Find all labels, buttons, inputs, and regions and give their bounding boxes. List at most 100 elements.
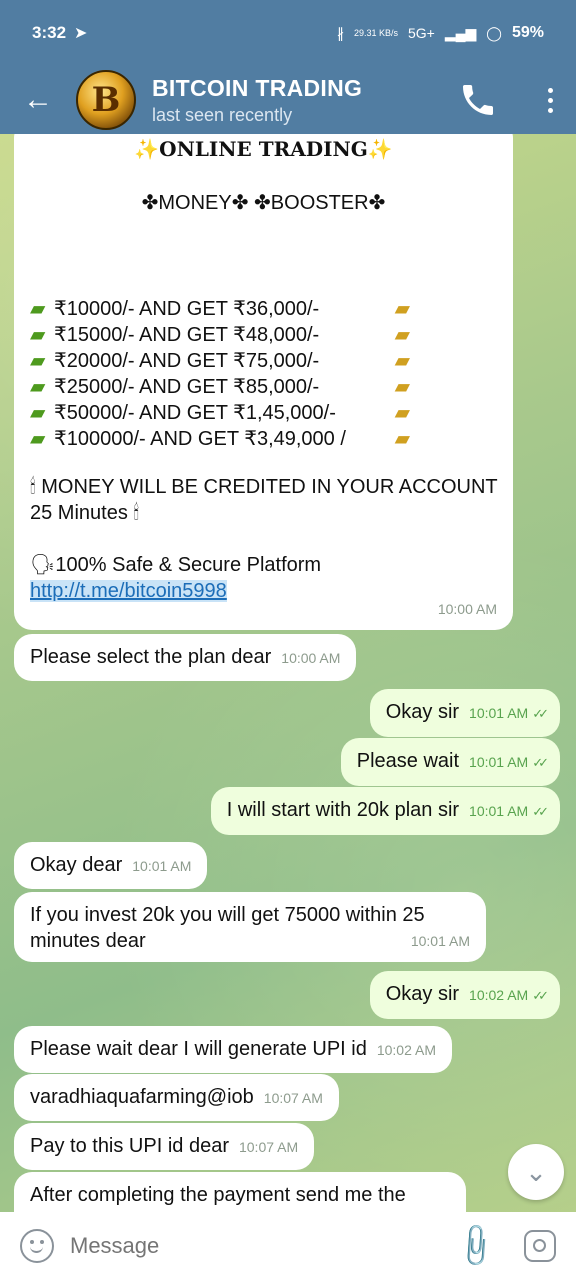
safe-note: 🗣100% Safe & Secure Platform http://t.me… [30,554,322,602]
message-input-bar: 📎 [0,1212,576,1280]
message-text: Please wait dear I will generate UPI id [30,1038,367,1060]
promo-booster: ✤MONEY✤ ✤BOOSTER✤ [141,192,386,214]
shield-icon: ▰ [394,324,410,346]
credit-note: 🕯 MONEY WILL BE CREDITED IN YOUR ACCOUNT… [30,476,498,524]
smile-icon [30,1246,43,1253]
status-icons: ∦ 29.31 KB/s 5G+ ▂▄▆ ◯ 59% [337,24,544,42]
double-check-icon: ✓✓ [532,755,549,770]
chat-title: BITCOIN TRADING [152,74,363,101]
message-in[interactable]: Okay dear 10:01 AM [14,842,208,889]
message-in[interactable]: Pay to this UPI id dear 10:07 AM [14,1123,315,1170]
network-type: 5G+ [407,25,435,41]
chat-area[interactable]: ✨ONLINE TRADING✨ ✤MONEY✤ ✤BOOSTER✤ ▰ ₹100… [0,134,576,1212]
message-time: 10:02 AM [376,1042,436,1058]
shield-icon: ▰ [394,402,410,424]
candle-icon: 🕯 [133,502,140,524]
bluetooth-icon: ∦ [336,24,344,41]
top-bar: 3:32 ➤ ∦ 29.31 KB/s 5G+ ▂▄▆ ◯ 59% ← B BI… [0,0,576,134]
shield-icon: ▰ [394,428,410,450]
message-text: Okay sir [385,701,460,723]
plan-row: ▰ ₹15000/- AND GET ₹48,000/- ▰ [30,324,410,346]
message-text: After completing the payment send me the [30,1184,406,1206]
message-text: I will start with 20k plan sir [226,799,460,821]
candle-icon: 🕯 [30,476,36,498]
message-time: 10:07 AM [263,1090,323,1106]
message-text: Okay dear [30,854,123,876]
back-button[interactable]: ← [0,66,76,134]
message-time: 10:01 AM [469,754,529,770]
scroll-down-button[interactable]: ⌄ [508,1144,564,1200]
battery-icon: ◯ [486,24,502,41]
message-text: varadhiaquafarming@iob [30,1086,254,1108]
telegram-send-icon: ➤ [74,25,88,42]
battery-level: 59% [511,24,544,41]
double-check-icon: ✓✓ [532,988,549,1003]
promo-title: ✨ONLINE TRADING✨ [134,137,393,161]
message-time: 10:01 AM [132,858,192,874]
chat-header: ← B BITCOIN TRADING last seen recently [0,66,576,134]
status-time: 3:32 [32,23,67,42]
paperclip-icon: 📎 [451,1221,501,1271]
shield-icon: ▰ [30,298,46,320]
message-in[interactable]: After completing the payment send me the [14,1172,466,1212]
speaking-head-icon: 🗣 [30,554,56,576]
plan-list: ▰ ₹10000/- AND GET ₹36,000/- ▰ ▰ ₹15000/- A… [30,296,410,452]
double-check-icon: ✓✓ [532,706,549,721]
shield-icon: ▰ [30,402,46,424]
signal-icon: ▂▄▆ [444,24,477,41]
message-time: 10:01 AM [469,803,529,819]
message-text: Please select the plan dear [30,646,272,668]
message-time: 10:07 AM [238,1139,299,1155]
plan-row: ▰ ₹100000/- AND GET ₹3,49,000 /▰ [30,428,410,450]
chat-title-area[interactable]: BITCOIN TRADING last seen recently [152,75,362,126]
plan-row: ▰ ₹25000/- AND GET ₹85,000/- ▰ [30,376,410,398]
message-in[interactable]: Please wait dear I will generate UPI id 1… [14,1026,452,1073]
chevron-down-icon: ⌄ [525,1156,547,1187]
shield-icon: ▰ [30,376,46,398]
message-in[interactable]: varadhiaquafarming@iob 10:07 AM [14,1074,339,1121]
phone-icon [463,85,493,115]
message-text: If you invest 20k you will get 75000 wit… [30,904,425,952]
plan-row: ▰ ₹20000/- AND GET ₹75,000/- ▰ [30,350,410,372]
attach-button[interactable]: 📎 [451,1221,502,1272]
message-time: 10:01 AM [410,933,470,949]
promo-message[interactable]: ✨ONLINE TRADING✨ ✤MONEY✤ ✤BOOSTER✤ ▰ ₹100… [14,134,513,630]
chat-subtitle: last seen recently [152,104,293,125]
message-out[interactable]: Okay sir 10:01 AM ✓✓ [369,689,560,737]
emoji-button[interactable] [20,1229,54,1263]
avatar[interactable]: B [76,70,136,130]
message-input[interactable] [70,1233,458,1259]
shield-icon: ▰ [30,428,46,450]
camera-icon [533,1239,546,1252]
message-time: 10:00 AM [437,601,497,617]
camera-button[interactable] [524,1230,556,1262]
network-speed: 29.31 KB/s [353,27,398,38]
message-out[interactable]: I will start with 20k plan sir 10:01 AM ✓✓ [210,787,560,835]
message-time: 10:00 AM [281,650,341,666]
message-text: Okay sir [385,983,460,1005]
shield-icon: ▰ [30,350,46,372]
dot-icon [547,107,553,113]
avatar-letter: B [91,80,121,120]
call-button[interactable] [458,80,498,120]
double-check-icon: ✓✓ [532,804,549,819]
shield-icon: ▰ [394,298,410,320]
message-in[interactable]: Please select the plan dear 10:00 AM [14,634,357,681]
message-out[interactable]: Okay sir 10:02 AM ✓✓ [369,971,560,1019]
shield-icon: ▰ [394,376,410,398]
message-text: Pay to this UPI id dear [30,1135,229,1157]
shield-icon: ▰ [30,324,46,346]
shield-icon: ▰ [394,350,410,372]
more-options-button[interactable] [542,80,558,120]
message-time: 10:01 AM [469,705,529,721]
plan-row: ▰ ₹10000/- AND GET ₹36,000/- ▰ [30,298,410,320]
message-in[interactable]: If you invest 20k you will get 75000 wit… [14,892,486,962]
status-bar: 3:32 ➤ ∦ 29.31 KB/s 5G+ ▂▄▆ ◯ 59% [0,0,576,66]
telegram-link[interactable]: http://t.me/bitcoin5998 [30,580,227,602]
message-out[interactable]: Please wait 10:01 AM ✓✓ [340,738,560,786]
message-text: Please wait [356,750,460,772]
message-time: 10:02 AM [469,987,529,1003]
dot-icon [547,87,553,93]
plan-row: ▰ ₹50000/- AND GET ₹1,45,000/- ▰ [30,402,410,424]
dot-icon [547,97,553,103]
